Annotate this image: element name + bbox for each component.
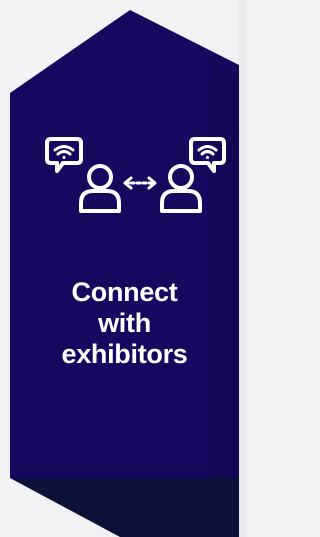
left-speech-bubble-icon [45, 137, 83, 173]
tile-label-line-2: with [98, 308, 151, 338]
tile-content: Connect with exhibitors [10, 0, 239, 537]
connect-with-exhibitors-tile[interactable]: Connect with exhibitors [0, 0, 239, 537]
tile-label: Connect with exhibitors [10, 277, 239, 370]
right-speech-bubble-icon [189, 137, 226, 173]
edge-strip [239, 0, 247, 537]
double-arrow-icon [123, 176, 157, 190]
left-person-icon [79, 164, 121, 213]
right-person-icon [160, 164, 202, 213]
stage: Connect with exhibitors [0, 0, 247, 537]
connect-people-icon [45, 137, 226, 213]
tile-label-line-3: exhibitors [61, 339, 188, 369]
tile-label-line-1: Connect [71, 277, 178, 307]
